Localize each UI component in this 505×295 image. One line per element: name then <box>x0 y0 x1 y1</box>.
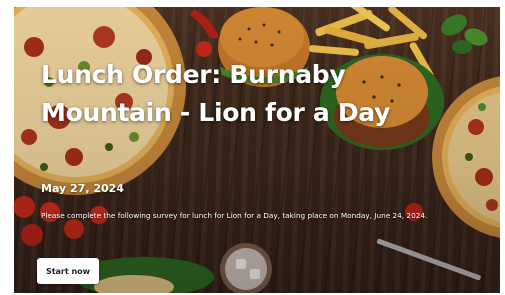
survey-description: Please complete the following survey for… <box>41 211 428 220</box>
start-now-button[interactable]: Start now <box>37 258 99 284</box>
survey-date: May 27, 2024 <box>41 182 124 195</box>
page-title: Lunch Order: Burnaby Mountain - Lion for… <box>41 60 391 127</box>
survey-landing-page: Lunch Order: Burnaby Mountain - Lion for… <box>0 0 505 295</box>
hero-banner <box>14 7 500 293</box>
hero-overlay <box>14 7 500 293</box>
